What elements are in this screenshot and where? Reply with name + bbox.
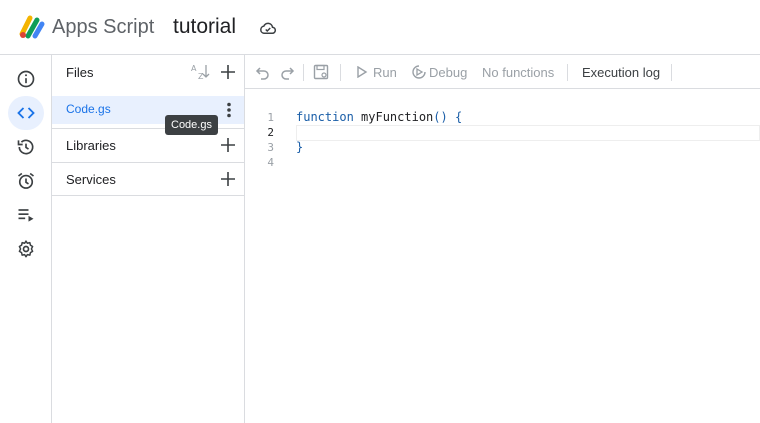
function-select[interactable]: No functions <box>482 65 554 80</box>
execution-log-button[interactable]: Execution log <box>582 65 660 80</box>
file-name-tooltip: Code.gs <box>165 115 218 135</box>
alarm-icon <box>18 172 34 189</box>
line-number: 3 <box>267 141 274 154</box>
debug-icon <box>412 65 426 79</box>
more-vert-icon[interactable] <box>226 102 232 118</box>
executions-icon <box>18 209 34 222</box>
code-line-3[interactable]: } <box>296 140 303 154</box>
left-nav-rail <box>0 55 52 423</box>
files-heading: Files <box>66 64 94 80</box>
save-icon[interactable] <box>313 64 329 80</box>
toolbar-separator <box>567 64 568 81</box>
code-keyword: function <box>296 110 354 124</box>
rail-item-settings[interactable] <box>8 232 44 266</box>
toolbar-separator <box>671 64 672 81</box>
divider <box>52 195 244 196</box>
toolbar-separator <box>303 64 304 81</box>
code-icon <box>17 107 35 119</box>
info-icon <box>17 70 35 88</box>
files-panel: Files A Z Code.gs Libraries Services <box>52 55 245 423</box>
editor-toolbar: Run Debug No functions Execution log <box>245 55 760 89</box>
svg-text:A: A <box>191 64 197 73</box>
line-number: 4 <box>267 156 274 169</box>
rail-item-editor[interactable] <box>8 96 44 130</box>
redo-icon[interactable] <box>279 64 295 80</box>
line-number: 1 <box>267 111 274 124</box>
libraries-heading: Libraries <box>66 137 116 153</box>
code-editor[interactable]: 1 2 3 4 function myFunction() { } <box>245 90 760 423</box>
rail-item-overview[interactable] <box>8 62 44 96</box>
line-number: 2 <box>267 126 274 139</box>
sort-az-icon[interactable]: A Z <box>190 63 210 81</box>
top-header: Apps Script tutorial <box>0 0 760 55</box>
undo-icon[interactable] <box>255 64 271 80</box>
services-heading: Services <box>66 171 116 187</box>
project-title[interactable]: tutorial <box>173 15 236 39</box>
toolbar-separator <box>340 64 341 81</box>
add-service-plus-icon[interactable] <box>220 171 236 187</box>
services-row: Services <box>52 162 244 196</box>
code-signature-tail: () { <box>433 110 463 124</box>
rail-item-triggers[interactable] <box>8 164 44 198</box>
gear-icon <box>18 240 34 258</box>
file-name[interactable]: Code.gs <box>66 102 111 116</box>
run-play-icon <box>357 66 368 78</box>
code-line-1[interactable]: function myFunction() { <box>296 110 462 124</box>
apps-script-logo-icon[interactable] <box>18 14 46 40</box>
cloud-saved-icon <box>260 22 277 34</box>
app-name[interactable]: Apps Script <box>52 16 154 39</box>
files-header: Files A Z <box>52 55 244 89</box>
history-icon <box>17 139 34 155</box>
run-button[interactable]: Run <box>373 65 397 80</box>
code-function-name: myFunction <box>361 110 434 124</box>
add-file-plus-icon[interactable] <box>220 64 236 80</box>
current-line-highlight <box>296 125 760 141</box>
debug-button[interactable]: Debug <box>429 65 467 80</box>
rail-item-history[interactable] <box>8 130 44 164</box>
code-closing-brace: } <box>296 140 304 154</box>
svg-text:Z: Z <box>198 72 204 81</box>
add-library-plus-icon[interactable] <box>220 137 236 153</box>
rail-item-executions[interactable] <box>8 198 44 232</box>
